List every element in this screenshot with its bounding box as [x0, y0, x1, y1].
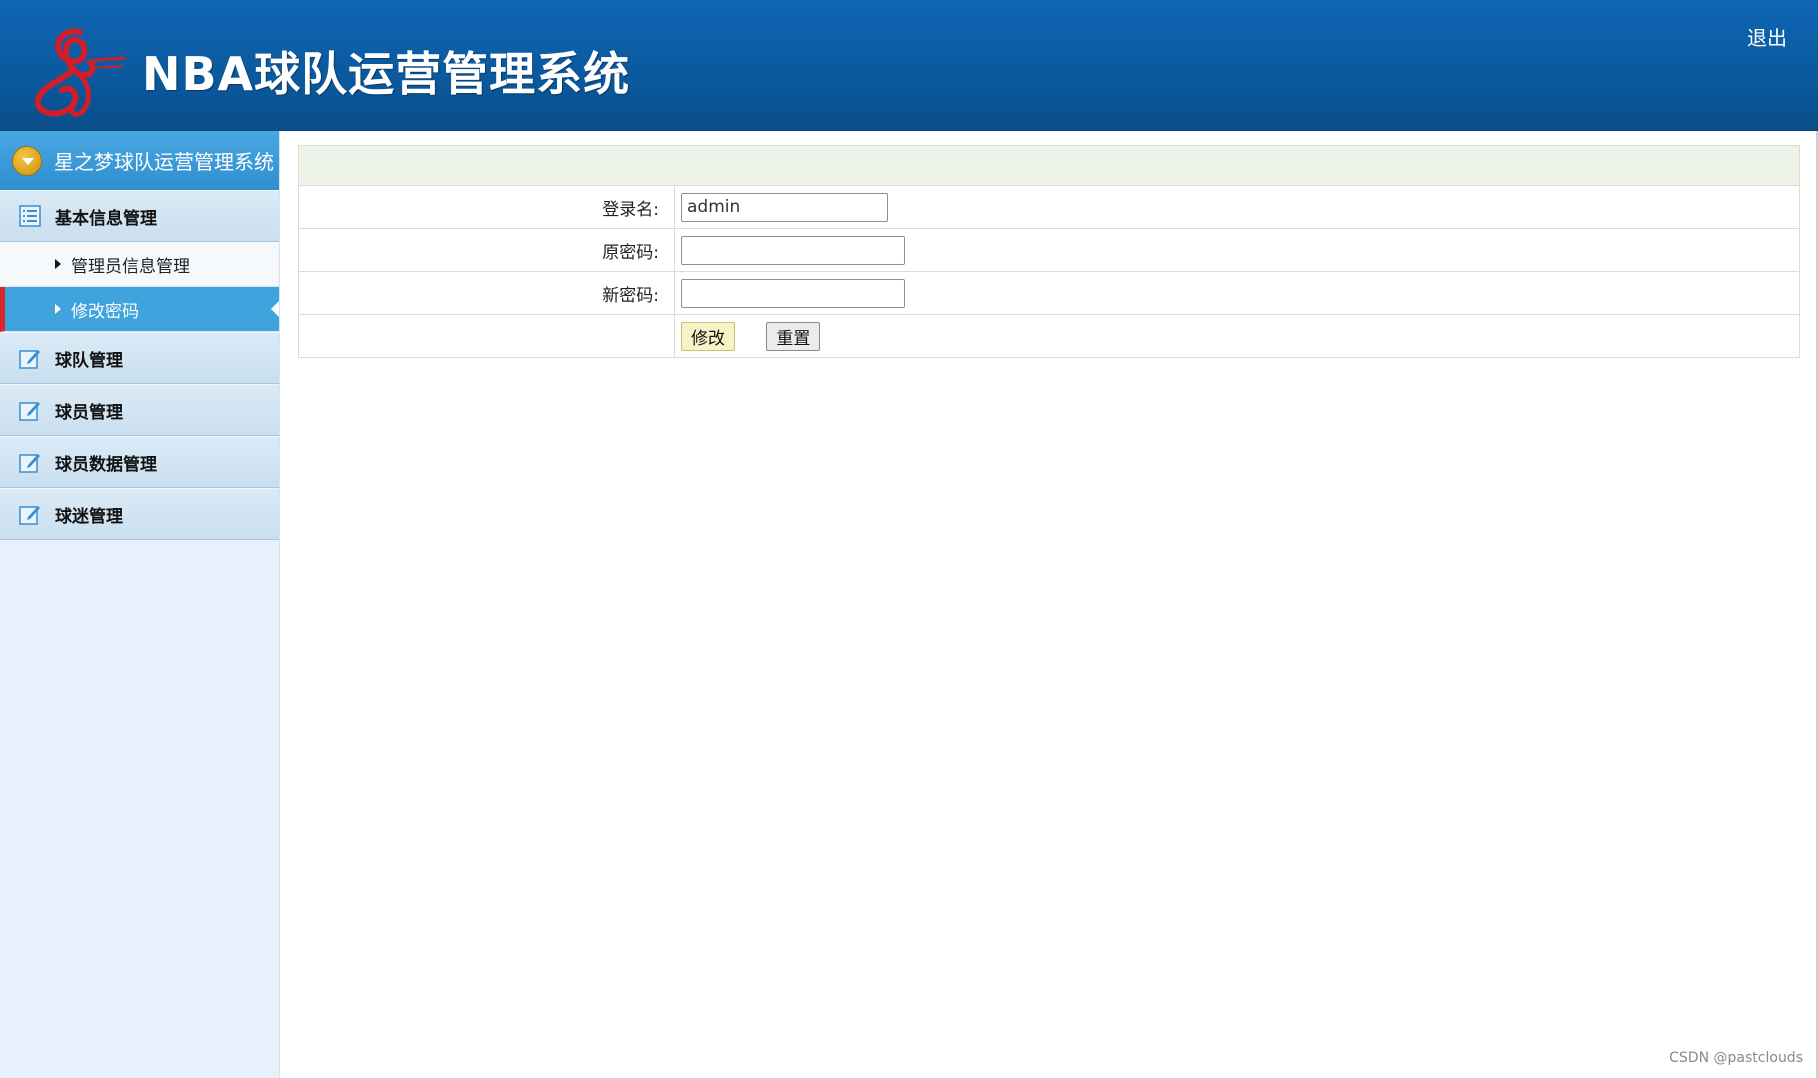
- login-name-label: 登录名:: [298, 185, 675, 229]
- new-password-label: 新密码:: [298, 271, 675, 315]
- menu-group-basic-info[interactable]: 基本信息管理: [0, 190, 279, 242]
- form-row-old-password: 原密码:: [298, 228, 1800, 272]
- logout-link[interactable]: 退出: [1747, 22, 1787, 51]
- sidebar-item-label: 管理员信息管理: [71, 256, 190, 277]
- new-password-input[interactable]: [681, 278, 905, 308]
- old-password-input[interactable]: [681, 235, 905, 265]
- app-title: NBA球队运营管理系统: [142, 47, 631, 101]
- app-logo-icon: [35, 28, 126, 117]
- form-header-row: [298, 145, 1800, 186]
- old-password-cell: [674, 228, 1800, 272]
- menu-group-team[interactable]: 球队管理: [0, 332, 279, 384]
- edit-icon: [19, 402, 40, 421]
- menu-group-label: 球员数据管理: [55, 454, 157, 475]
- caret-right-icon: [55, 304, 61, 314]
- menu-group-player[interactable]: 球员管理: [0, 384, 279, 436]
- sidebar-title: 星之梦球队运营管理系统: [54, 150, 274, 174]
- edit-icon: [19, 454, 40, 473]
- login-name-input[interactable]: [681, 192, 888, 222]
- actions-cell: 修改 重置: [674, 314, 1800, 358]
- sidebar-item-admin-info[interactable]: 管理员信息管理: [0, 242, 279, 287]
- menu-group-label: 球员管理: [55, 402, 123, 423]
- menu-group-fans[interactable]: 球迷管理: [0, 488, 279, 540]
- watermark-text: CSDN @pastclouds: [1669, 1050, 1803, 1066]
- sidebar-item-label: 修改密码: [71, 301, 139, 322]
- sidebar-item-change-password[interactable]: 修改密码: [0, 287, 279, 332]
- sidebar: 星之梦球队运营管理系统 基本信息管理 管理员信息管理 修改密码 球队管理 球员管…: [0, 131, 280, 1078]
- menu-group-player-data[interactable]: 球员数据管理: [0, 436, 279, 488]
- old-password-label: 原密码:: [298, 228, 675, 272]
- actions-label-cell: [298, 314, 675, 358]
- reset-button[interactable]: 重置: [766, 321, 821, 351]
- login-name-cell: [674, 185, 1800, 229]
- new-password-cell: [674, 271, 1800, 315]
- edit-icon: [19, 506, 40, 525]
- main-content: 登录名: 原密码: 新密码: 修改 重置: [298, 145, 1800, 358]
- form-header-cell: [298, 145, 1800, 186]
- list-icon: [19, 205, 41, 227]
- change-password-form: 登录名: 原密码: 新密码: 修改 重置: [298, 145, 1800, 358]
- form-row-login-name: 登录名:: [298, 185, 1800, 229]
- menu-group-label: 基本信息管理: [55, 208, 157, 229]
- menu-group-label: 球队管理: [55, 350, 123, 371]
- menu-group-label: 球迷管理: [55, 506, 123, 527]
- edit-icon: [19, 350, 40, 369]
- form-row-actions: 修改 重置: [298, 314, 1800, 358]
- submit-button[interactable]: 修改: [681, 321, 735, 351]
- sidebar-header[interactable]: 星之梦球队运营管理系统: [0, 131, 279, 190]
- collapse-toggle-icon[interactable]: [12, 145, 42, 176]
- caret-right-icon: [55, 259, 61, 269]
- form-row-new-password: 新密码:: [298, 271, 1800, 315]
- top-header: NBA球队运营管理系统 退出: [0, 0, 1818, 131]
